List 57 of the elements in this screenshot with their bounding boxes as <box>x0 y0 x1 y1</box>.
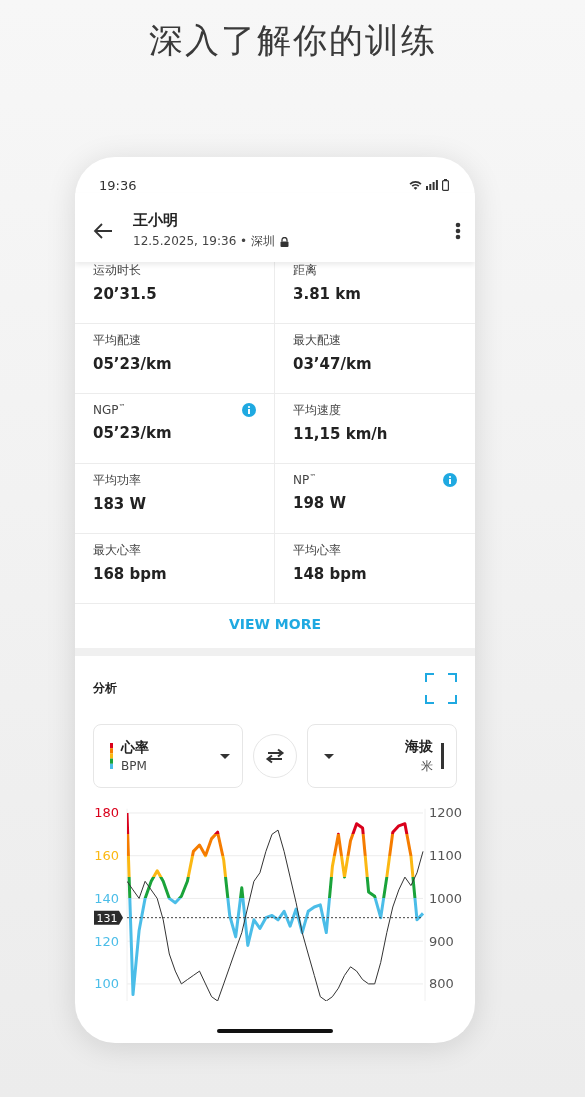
status-time: 19:36 <box>99 177 137 193</box>
stat-label: NP$^{™}$ <box>293 473 317 487</box>
metric-name: 心率 <box>121 739 150 757</box>
signal-icon <box>426 180 438 190</box>
wifi-icon <box>409 180 422 190</box>
metric-selector[interactable]: 心率 BPM <box>93 724 243 788</box>
axis-label: 1100 <box>429 848 463 864</box>
more-icon[interactable] <box>455 221 461 240</box>
axis-label: 180 <box>94 805 119 821</box>
metric-unit: 米 <box>421 757 433 775</box>
stat-value: 3.81 km <box>293 285 362 303</box>
workout-owner: 王小明 <box>133 211 179 230</box>
stat-label: 平均心率 <box>293 542 341 559</box>
swap-arrows-icon <box>264 748 286 764</box>
stat-label: NGP$^{™}$ <box>93 403 126 417</box>
stat-label: 运动时长 <box>93 262 141 279</box>
line-legend-icon <box>441 743 444 769</box>
stat-value: 148 bpm <box>293 565 368 583</box>
axis-label: 120 <box>94 933 119 949</box>
stat-label: 平均配速 <box>93 332 141 349</box>
zone-gradient-icon <box>110 743 113 769</box>
stat-label: 最大心率 <box>93 542 141 559</box>
stat-value: 05’23/km <box>93 355 173 373</box>
stat-label: 距离 <box>293 262 317 279</box>
average-marker: 131 <box>94 910 123 925</box>
headline: 深入了解你的训练 <box>147 19 438 62</box>
dropdown-icon <box>324 753 334 759</box>
battery-icon <box>442 179 449 191</box>
dropdown-icon <box>220 753 230 759</box>
axis-label: 1000 <box>429 890 463 906</box>
info-icon[interactable] <box>443 473 457 487</box>
stat-value: 11,15 km/h <box>293 425 389 443</box>
stat-value: 03’47/km <box>293 355 373 373</box>
stat-value: 183 W <box>93 495 148 513</box>
axis-label: 900 <box>429 933 454 949</box>
axis-label: 1200 <box>429 805 463 821</box>
swap-button[interactable] <box>253 734 297 778</box>
axis-label: 140 <box>94 890 119 906</box>
metric-selector[interactable]: 海拔 米 <box>307 724 457 788</box>
fullscreen-icon[interactable] <box>425 672 457 704</box>
stat-value: 168 bpm <box>93 565 168 583</box>
stat-label: 平均功率 <box>93 472 141 489</box>
stat-value: 198 W <box>293 494 348 512</box>
stat-value: 05’23/km <box>93 424 173 442</box>
axis-label: 160 <box>94 848 119 864</box>
section-title: 分析 <box>93 679 117 697</box>
axis-label: 100 <box>94 976 119 992</box>
workout-date: 12.5.2025, 19:36 • 深圳 <box>133 233 275 250</box>
stat-label: 平均速度 <box>293 402 341 419</box>
axis-label: 800 <box>429 976 454 992</box>
metric-unit: BPM <box>121 759 148 773</box>
stat-label: 最大配速 <box>293 332 341 349</box>
ref-line-label: 131 <box>96 911 118 925</box>
stat-value: 20’31.5 <box>93 285 158 303</box>
back-icon[interactable] <box>93 222 113 239</box>
metric-name: 海拔 <box>405 737 433 756</box>
info-icon[interactable] <box>242 403 256 417</box>
